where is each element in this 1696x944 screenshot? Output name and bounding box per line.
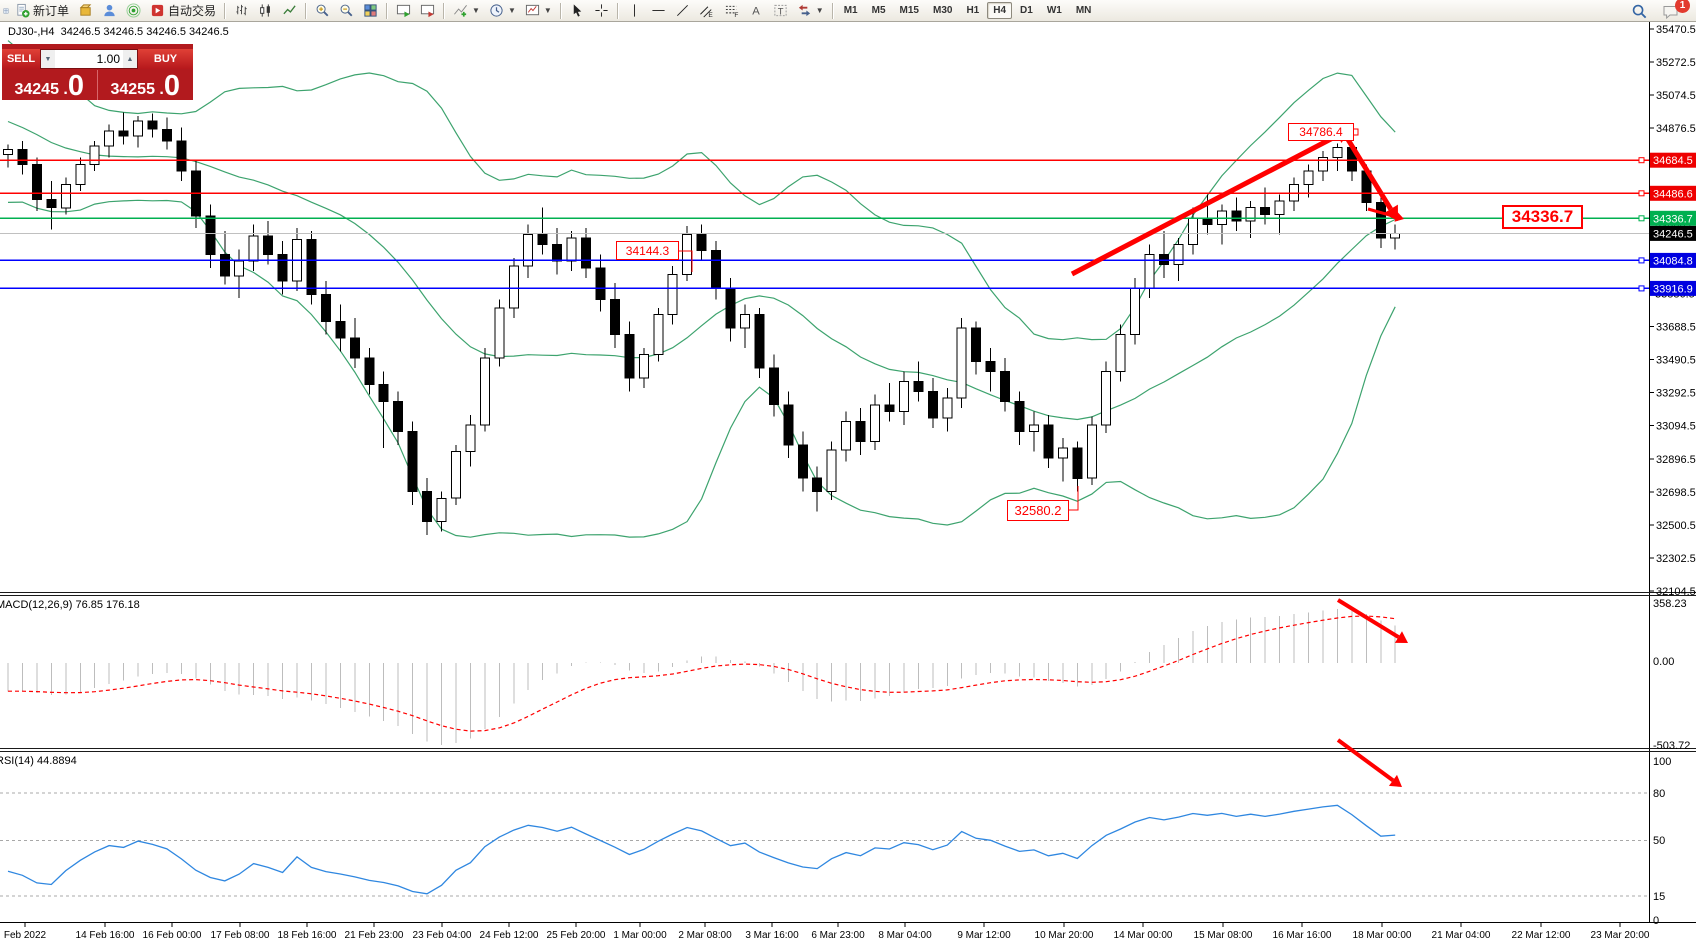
time-tick: 25 Feb 20:00 [547,930,606,941]
volume-spinner: ▼ 1.00 ▲ [40,49,138,69]
price-annotation-peak[interactable]: 34786.4 [1288,123,1354,141]
svg-text:34486.6: 34486.6 [1653,188,1693,200]
price-tick: 35074.5 [1656,90,1696,102]
price-tick: 32896.5 [1656,454,1696,466]
ask-price-main: 34255 . [110,81,163,99]
volume-decrease-button[interactable]: ▼ [41,50,55,68]
line-anchor[interactable] [1639,216,1644,221]
time-tick: 16 Feb 00:00 [143,930,202,941]
macd-axis-tick: -503.72 [1653,740,1690,752]
rsi-arrow[interactable] [1338,740,1402,787]
rsi-label: RSI(14) 44.8894 [0,755,77,767]
svg-text:34084.8: 34084.8 [1653,255,1693,267]
price-tick: 34876.5 [1656,123,1696,135]
macd-axis-tick: 0.00 [1653,656,1674,668]
price-tick: 32302.5 [1656,553,1696,565]
volume-increase-button[interactable]: ▲ [123,50,137,68]
time-tick: 9 Mar 12:00 [957,930,1011,941]
price-arrow[interactable] [1368,209,1404,222]
price-tick: 33490.5 [1656,355,1696,367]
buy-button[interactable]: BUY [138,49,193,69]
time-tick: 1 Mar 00:00 [613,930,667,941]
price-annotation-mid[interactable]: 34144.3 [616,241,679,260]
price-annotation-target[interactable]: 34336.7 [1502,205,1583,229]
macd-histogram [8,609,1395,745]
svg-text:34336.7: 34336.7 [1653,213,1693,225]
time-tick: 3 Mar 16:00 [745,930,799,941]
time-tick: 21 Mar 04:00 [1432,930,1491,941]
time-tick: 21 Feb 23:00 [345,930,404,941]
price-tick: 35470.5 [1656,24,1696,36]
time-tick: 23 Mar 20:00 [1591,930,1650,941]
price-tick: 32698.5 [1656,487,1696,499]
line-anchor[interactable] [1639,258,1644,263]
ask-price[interactable]: 34255 .0 [98,70,194,100]
rsi-axis-tick: 50 [1653,835,1665,847]
svg-text:34246.5: 34246.5 [1653,228,1693,240]
svg-text:34684.5: 34684.5 [1653,155,1693,167]
ask-price-big: 0 [164,73,180,99]
time-tick: 2 Mar 08:00 [678,930,732,941]
trading-terminal: 34282.533886.535470.535272.535074.534876… [0,0,1696,944]
time-tick: 18 Feb 16:00 [278,930,337,941]
time-tick: 14 Feb 16:00 [76,930,135,941]
svg-text:33916.9: 33916.9 [1653,283,1693,295]
macd-label: MACD(12,26,9) 76.85 176.18 [0,599,140,611]
rsi-axis-tick: 15 [1653,891,1665,903]
time-tick: 18 Mar 00:00 [1353,930,1412,941]
sell-button[interactable]: SELL [2,49,40,69]
line-anchor[interactable] [1639,191,1644,196]
line-anchor[interactable] [1639,158,1644,163]
rsi-axis-tick: 0 [1653,915,1659,927]
price-tick: 32104.5 [1656,586,1696,598]
price-axis: 34282.533886.535470.535272.535074.534876… [1649,24,1696,927]
rsi-line [8,805,1395,894]
time-axis: Feb 2022 14 Feb 16:00 16 Feb 00:00 17 Feb 0… [4,923,1650,941]
time-tick: 23 Feb 04:00 [413,930,472,941]
macd-signal-line [8,616,1395,731]
price-tick: 32500.5 [1656,520,1696,532]
price-annotation-low[interactable]: 32580.2 [1007,500,1069,521]
time-tick: 17 Feb 08:00 [211,930,270,941]
volume-value[interactable]: 1.00 [55,50,123,68]
time-tick: 6 Mar 23:00 [811,930,865,941]
one-click-trading-panel: SELL ▼ 1.00 ▲ BUY 34245 .0 34255 .0 [2,44,193,100]
time-tick: 24 Feb 12:00 [480,930,539,941]
chart-ohlc-header: DJ30-,H4 34246.5 34246.5 34246.5 34246.5 [8,26,229,38]
bid-price[interactable]: 34245 .0 [2,70,98,100]
price-tick: 33688.5 [1656,322,1696,334]
macd-axis-tick: 358.23 [1653,598,1687,610]
line-anchor[interactable] [1639,286,1644,291]
time-tick: 8 Mar 04:00 [878,930,932,941]
bid-price-main: 34245 . [14,81,67,99]
macd-arrow[interactable] [1338,600,1408,643]
bid-price-big: 0 [68,73,84,99]
time-tick: 10 Mar 20:00 [1035,930,1094,941]
candles [4,113,1400,535]
chart-canvas[interactable]: 34282.533886.535470.535272.535074.534876… [0,0,1696,944]
price-tick: 33094.5 [1656,421,1696,433]
time-tick: Feb 2022 [4,930,47,941]
price-tick: 33292.5 [1656,388,1696,400]
time-tick: 15 Mar 08:00 [1194,930,1253,941]
time-tick: 22 Mar 12:00 [1512,930,1571,941]
trend-arrow-up[interactable] [1072,128,1350,274]
rsi-axis-tick: 80 [1653,788,1665,800]
rsi-axis-tick: 100 [1653,756,1671,768]
bid-ask-prices: 34245 .0 34255 .0 [2,70,193,100]
time-tick: 16 Mar 16:00 [1273,930,1332,941]
time-tick: 14 Mar 00:00 [1114,930,1173,941]
order-row: SELL ▼ 1.00 ▲ BUY [2,49,193,69]
price-tick: 35272.5 [1656,57,1696,69]
